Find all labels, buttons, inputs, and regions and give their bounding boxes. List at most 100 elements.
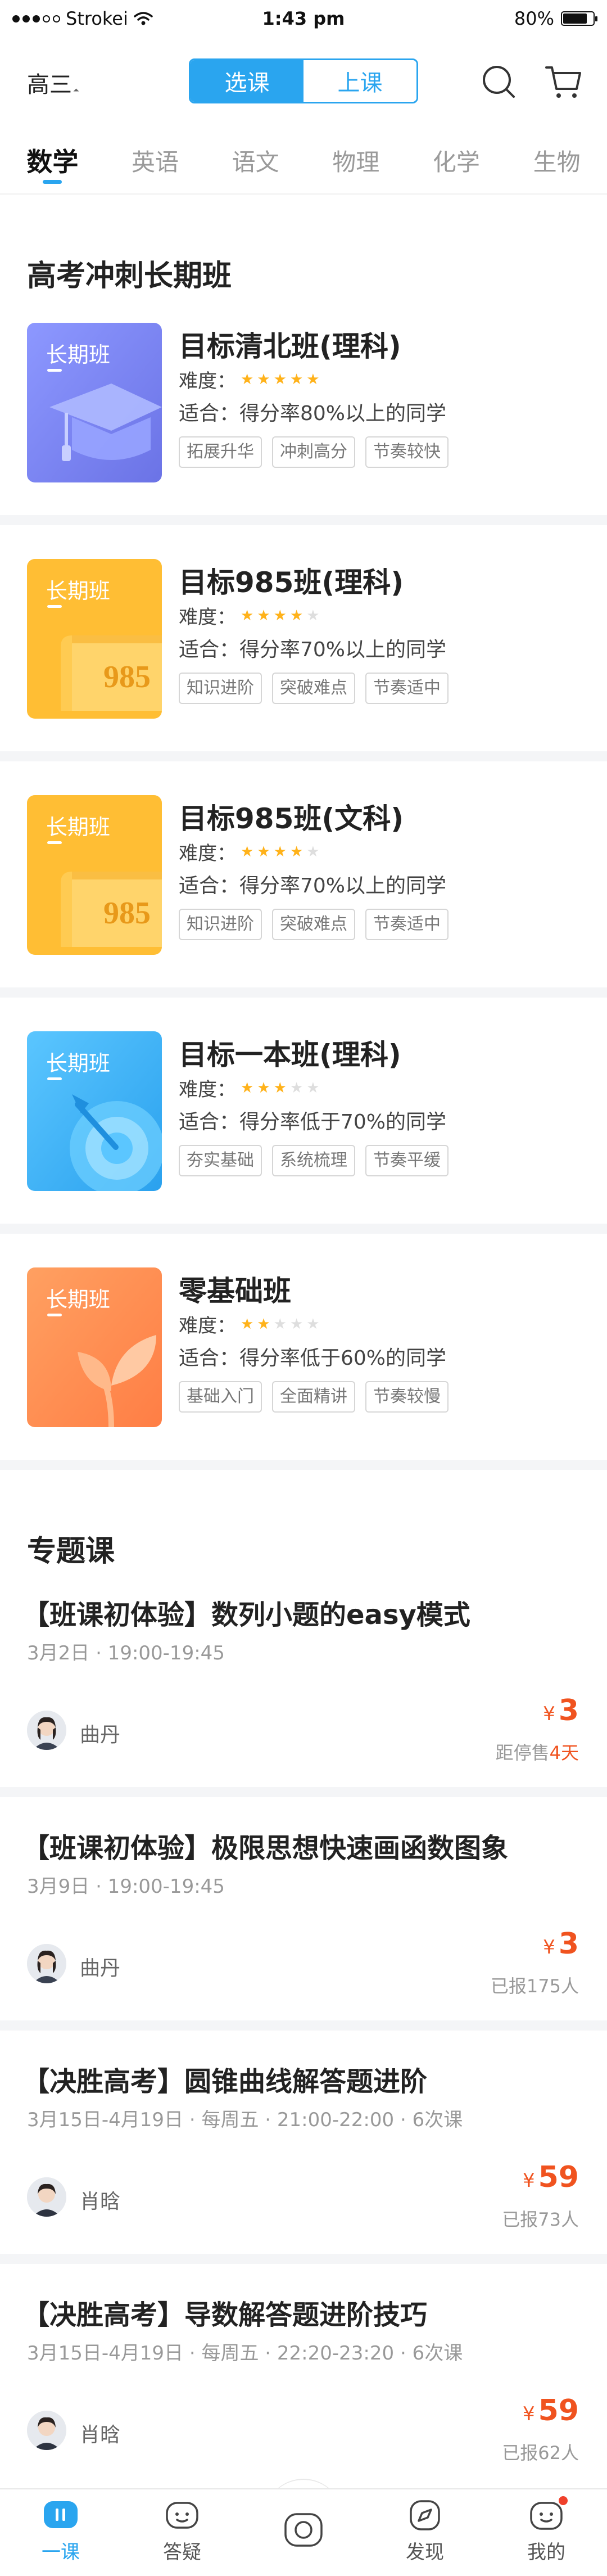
tabbar-item-yike[interactable]: 一课: [0, 2489, 121, 2576]
long-term-section-title: 高考冲刺长期班: [27, 259, 232, 293]
cart-icon[interactable]: [544, 62, 583, 101]
star-filled-icon: ★: [306, 371, 320, 388]
grade-selector[interactable]: 高三: [27, 66, 79, 99]
avatar: [27, 2177, 66, 2217]
long-term-course-card[interactable]: 长期班 目标清北班(理科) 难度： ★ ★ ★ ★ ★ 适合：得分率80%以上的同学 拓…: [0, 308, 607, 544]
course-fit-text: 适合：得分率低于60%的同学: [179, 1347, 447, 1370]
cover-label: 长期班: [46, 815, 111, 840]
course-fit-text: 适合：得分率70%以上的同学: [179, 874, 447, 897]
course-title: 目标985班(文科): [179, 802, 404, 835]
course-tags: 知识进阶 突破难点 节奏适中: [179, 673, 449, 704]
star-empty-icon: ★: [306, 607, 320, 624]
price-note: 已报62人: [502, 2439, 579, 2465]
difficulty-label: 难度：: [179, 842, 236, 865]
topic-course-card[interactable]: 【决胜高考】导数解答题进阶技巧 3月15日-4月19日 · 每周五 · 22:2…: [0, 2284, 607, 2509]
clock: 1:43 pm: [262, 8, 345, 29]
qa-icon: [166, 2502, 198, 2529]
tab-chinese[interactable]: 语文: [232, 127, 279, 194]
price-note: 已报73人: [502, 2205, 579, 2231]
course-cover-image: 长期班: [27, 1267, 162, 1427]
course-cover-image: 985 长期班: [27, 795, 162, 955]
topic-title: 【班课初体验】极限思想快速画函数图象: [22, 1833, 509, 1864]
course-tag: 节奏平缓: [365, 1145, 449, 1176]
tab-biology[interactable]: 生物: [533, 127, 581, 194]
course-fit-text: 适合：得分率80%以上的同学: [179, 402, 447, 425]
tabbar-item-discover[interactable]: 发现: [364, 2489, 486, 2576]
course-tag: 系统梳理: [272, 1145, 355, 1176]
tab-physics[interactable]: 物理: [332, 127, 379, 194]
price-note: 距停售4天: [496, 1739, 579, 1765]
tabbar-label-discover: 发现: [406, 2541, 444, 2564]
segment-select-course[interactable]: 选课: [191, 60, 304, 102]
course-tag: 突破难点: [272, 673, 355, 704]
difficulty-stars: ★ ★ ★ ★ ★: [241, 1081, 320, 1095]
course-tag: 基础入门: [179, 1381, 262, 1413]
tab-chemistry[interactable]: 化学: [433, 127, 480, 194]
cover-dash: [47, 1077, 62, 1080]
price-note-text: 已报175人: [490, 1975, 579, 1997]
difficulty-stars: ★ ★ ★ ★ ★: [241, 1317, 320, 1332]
compass-icon: [410, 2500, 440, 2530]
avatar: [27, 1711, 66, 1750]
topic-course-card[interactable]: 【决胜高考】圆锥曲线解答题进阶 3月15日-4月19日 · 每周五 · 21:0…: [0, 2050, 607, 2275]
search-icon[interactable]: [479, 62, 518, 101]
tabbar-label-profile: 我的: [527, 2541, 565, 2564]
card-divider: [0, 515, 607, 525]
topic-title: 【决胜高考】圆锥曲线解答题进阶: [22, 2066, 428, 2097]
star-filled-icon: ★: [241, 1315, 254, 1333]
card-divider: [0, 1460, 607, 1470]
long-term-course-card[interactable]: 长期班 零基础班 难度： ★ ★ ★ ★ ★ 适合：得分率低于60%的同学 基础入门 全面…: [0, 1253, 607, 1489]
svg-text:985: 985: [103, 660, 151, 694]
course-tags: 夯实基础 系统梳理 节奏平缓: [179, 1145, 449, 1176]
long-term-course-card[interactable]: 985 长期班 目标985班(理科) 难度： ★ ★ ★ ★ ★ 适合：得分率70%以上…: [0, 544, 607, 781]
tabbar-item-qa[interactable]: 答疑: [121, 2489, 243, 2576]
cover-dash: [47, 369, 62, 372]
difficulty-row: 难度： ★ ★ ★ ★ ★: [179, 1310, 320, 1338]
tabbar-item-profile[interactable]: 我的: [486, 2489, 607, 2576]
price-note-text: 已报62人: [502, 2442, 579, 2464]
tab-english[interactable]: 英语: [132, 127, 179, 194]
tabbar-label-yike: 一课: [42, 2541, 80, 2564]
course-title: 目标一本班(理科): [179, 1039, 401, 1071]
notification-badge: [559, 2496, 568, 2505]
price-value: 3: [558, 1927, 579, 1961]
profile-icon: [530, 2502, 563, 2530]
star-filled-icon: ★: [273, 1079, 287, 1097]
segment-attend-class[interactable]: 上课: [304, 60, 416, 102]
star-filled-icon: ★: [241, 1079, 254, 1097]
star-empty-icon: ★: [306, 1315, 320, 1333]
course-title: 零基础班: [179, 1275, 291, 1307]
star-filled-icon: ★: [257, 1315, 270, 1333]
difficulty-label: 难度：: [179, 1315, 236, 1337]
tab-math[interactable]: 数学: [26, 127, 78, 194]
topic-course-card[interactable]: 【班课初体验】数列小题的easy模式 3月2日 · 19:00-19:45 曲丹…: [0, 1584, 607, 1808]
star-empty-icon: ★: [289, 1315, 304, 1333]
course-tag: 夯实基础: [179, 1145, 262, 1176]
course-fit-text: 适合：得分率70%以上的同学: [179, 638, 447, 661]
star-filled-icon: ★: [257, 843, 270, 860]
price-note: 已报175人: [491, 1972, 579, 1998]
course-cover-image: 长期班: [27, 323, 162, 482]
price-value: 59: [538, 2160, 579, 2194]
avatar: [27, 1944, 66, 1983]
price: ¥ 59: [523, 2160, 579, 2194]
star-filled-icon: ★: [241, 607, 254, 624]
long-term-course-card[interactable]: 长期班 目标一本班(理科) 难度： ★ ★ ★ ★ ★ 适合：得分率低于70%的同学 夯…: [0, 1017, 607, 1253]
star-filled-icon: ★: [257, 607, 270, 624]
star-empty-icon: ★: [306, 1079, 320, 1097]
topic-schedule: 3月15日-4月19日 · 每周五 · 22:20-23:20 · 6次课: [27, 2342, 463, 2365]
course-tags: 基础入门 全面精讲 节奏较慢: [179, 1381, 449, 1413]
teacher-name: 曲丹: [80, 1724, 121, 1747]
card-divider: [0, 987, 607, 998]
cover-dash: [47, 605, 62, 608]
cover-dash: [47, 841, 62, 844]
course-tag: 拓展升华: [179, 436, 262, 468]
difficulty-label: 难度：: [179, 1079, 236, 1101]
topic-course-card[interactable]: 【班课初体验】极限思想快速画函数图象 3月9日 · 19:00-19:45 曲丹…: [0, 1817, 607, 2042]
top-header: 高三 选课 上课: [0, 37, 607, 127]
tabbar-item-camera[interactable]: [243, 2489, 364, 2576]
difficulty-row: 难度： ★ ★ ★ ★ ★: [179, 366, 320, 393]
topic-schedule: 3月15日-4月19日 · 每周五 · 21:00-22:00 · 6次课: [27, 2109, 463, 2131]
course-fit-text: 适合：得分率低于70%的同学: [179, 1111, 447, 1134]
long-term-course-card[interactable]: 985 长期班 目标985班(文科) 难度： ★ ★ ★ ★ ★ 适合：得分率70%以上…: [0, 781, 607, 1017]
